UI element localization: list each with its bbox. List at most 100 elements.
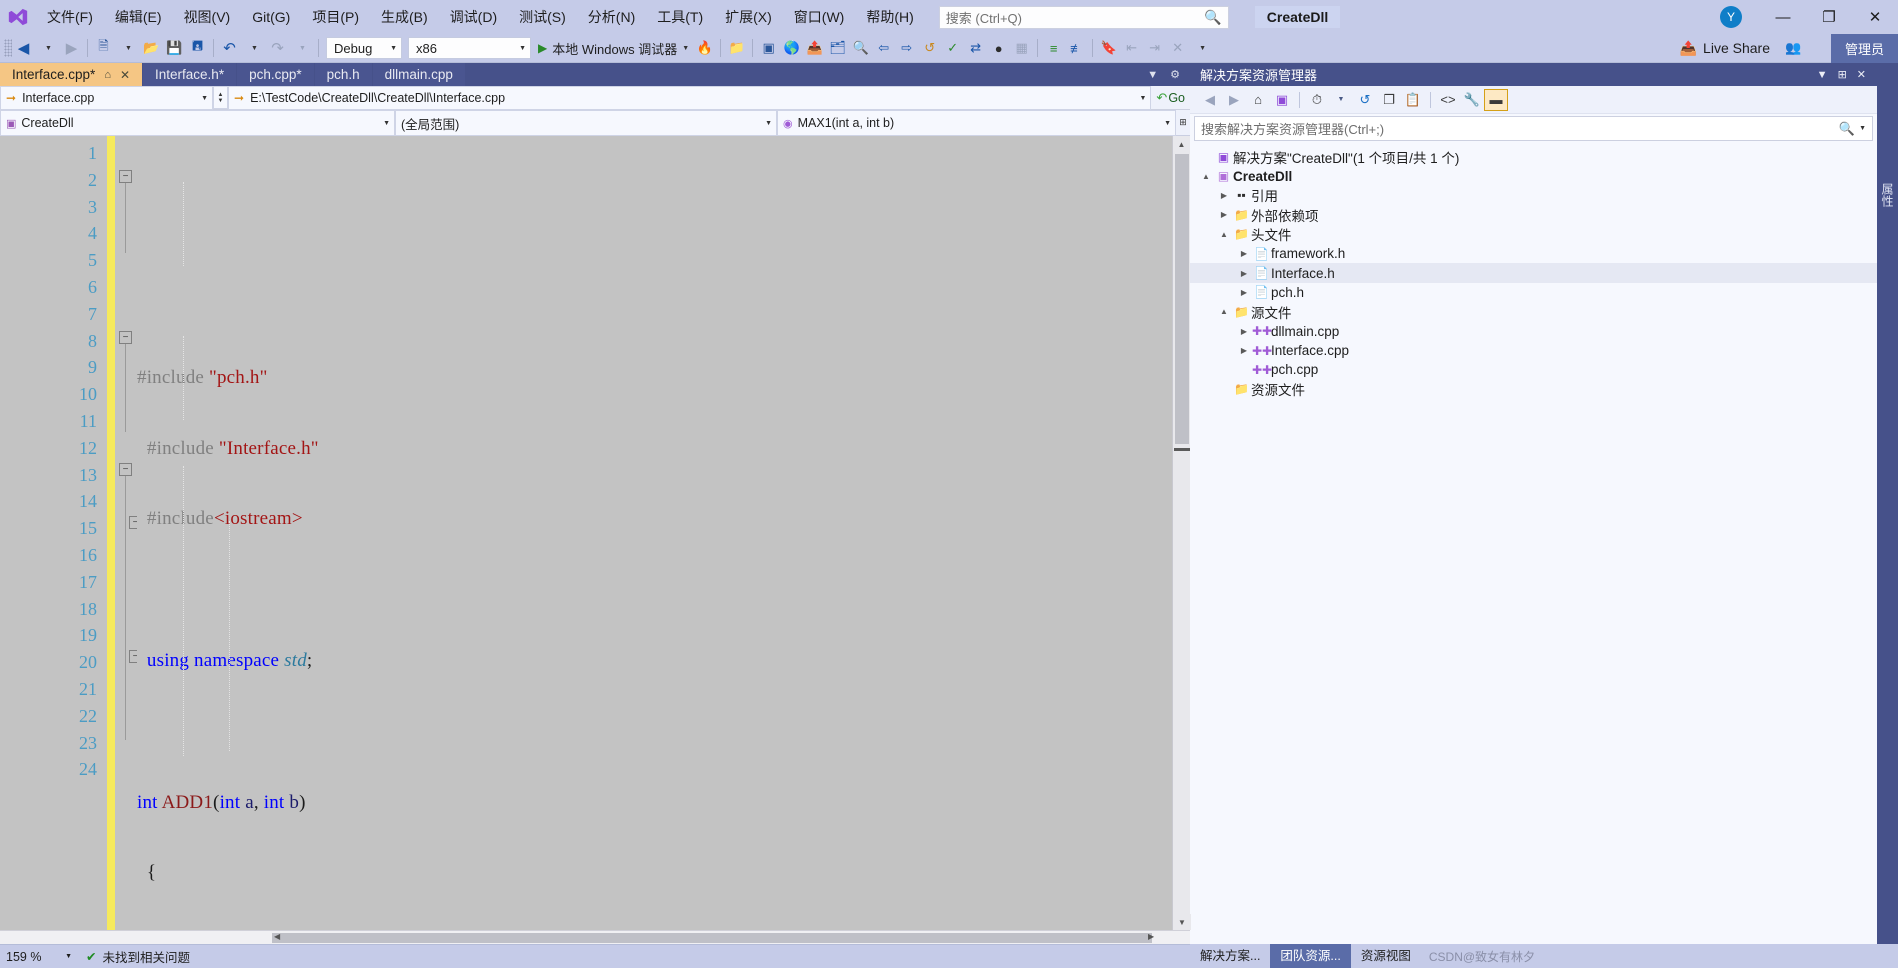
scroll-up-icon[interactable]: ▲	[1173, 136, 1190, 152]
redo-icon[interactable]: ↷	[266, 36, 289, 60]
xml-icon[interactable]: ▦	[1010, 36, 1033, 60]
sync-icon[interactable]: ⇄	[964, 36, 987, 60]
editor-vertical-scrollbar[interactable]: ▲ ▼	[1172, 136, 1191, 930]
dropdown-pin-icon[interactable]: ⊞	[1176, 110, 1190, 135]
properties-strip-label[interactable]: 属性	[1879, 183, 1896, 207]
menu-item-debug[interactable]: 调试(D)	[439, 5, 508, 29]
properties-icon[interactable]: 🔧	[1460, 89, 1484, 111]
bottom-tab-solution-explorer[interactable]: 解决方案...	[1190, 944, 1270, 968]
scroll-right-icon[interactable]: ▶	[1148, 932, 1154, 941]
chevron-right-icon[interactable]: ▶	[1236, 288, 1252, 297]
navigate-backward-dropdown-icon[interactable]: ▼	[37, 36, 60, 60]
menu-item-help[interactable]: 帮助(H)	[855, 5, 924, 29]
refresh-icon[interactable]: ↺	[1353, 89, 1377, 111]
solution-platform-combo[interactable]: x86 ▼	[408, 37, 531, 59]
global-search-input[interactable]: 搜索 (Ctrl+Q) 🔍	[938, 5, 1229, 29]
next-bookmark-icon[interactable]: ⇥	[1143, 36, 1166, 60]
undo-dropdown-icon[interactable]: ▼	[243, 36, 266, 60]
back-icon[interactable]: ◀	[1198, 89, 1222, 111]
chevron-down-icon[interactable]: ▲	[1198, 172, 1214, 181]
panel-close-icon[interactable]: ✕	[1852, 68, 1871, 81]
chevron-right-icon[interactable]: ▶	[1216, 191, 1232, 200]
collapse-all-icon[interactable]: ❐	[1377, 89, 1401, 111]
tree-node-interface-cpp[interactable]: ▶ ✚✚ Interface.cpp	[1190, 341, 1877, 360]
pin-tab-icon[interactable]: ⌂	[104, 69, 111, 81]
editor-tab-pch-cpp[interactable]: pch.cpp*	[237, 63, 314, 86]
tree-node-header-files[interactable]: ▲ 📁 头文件	[1190, 225, 1877, 244]
feedback-icon[interactable]: 👥	[1782, 36, 1805, 60]
close-tab-icon[interactable]: ✕	[120, 68, 130, 82]
tab-overflow-icon[interactable]: ▼	[1141, 69, 1164, 81]
tab-settings-icon[interactable]: ⚙	[1164, 68, 1186, 81]
hot-reload-icon[interactable]: 🔥	[693, 36, 716, 60]
chevron-down-icon[interactable]: ▼	[1859, 125, 1866, 132]
panel-pin-icon[interactable]: ⊞	[1833, 68, 1852, 81]
menu-item-window[interactable]: 窗口(W)	[783, 5, 856, 29]
hscrollbar-thumb[interactable]	[272, 933, 1152, 943]
chevron-right-icon[interactable]: ▶	[1236, 346, 1252, 355]
navigate-forward-icon[interactable]: ▶	[60, 36, 83, 60]
home-icon[interactable]: ⌂	[1246, 89, 1270, 111]
preview-selected-items-icon[interactable]: 📁	[725, 36, 748, 60]
avatar[interactable]: Y	[1720, 6, 1742, 28]
editor-horizontal-scrollbar[interactable]: ◀ ▶	[0, 930, 1190, 944]
menu-item-tools[interactable]: 工具(T)	[646, 5, 714, 29]
view-code-icon[interactable]: <>	[1436, 89, 1460, 111]
file-path-field[interactable]: ➞ E:\TestCode\CreateDll\CreateDll\Interf…	[228, 86, 1152, 110]
scope-dropdown[interactable]: (全局范围) ▼	[395, 110, 777, 136]
scroll-left-icon[interactable]: ◀	[274, 932, 280, 941]
menu-item-file[interactable]: 文件(F)	[36, 5, 104, 29]
undo-nav-icon[interactable]: ↺	[918, 36, 941, 60]
menu-item-analyze[interactable]: 分析(N)	[577, 5, 646, 29]
file-selector-combo[interactable]: ➞ Interface.cpp ▼	[0, 86, 213, 110]
chevron-down-icon[interactable]: ▲	[1216, 307, 1232, 316]
navigate-backward-icon[interactable]: ◀	[12, 36, 35, 60]
error-status[interactable]: ✔ 未找到相关问题	[78, 947, 198, 966]
outlining-margin[interactable]: − − − − −	[115, 136, 142, 930]
start-debug-button[interactable]: ▶ 本地 Windows 调试器 ▼	[534, 36, 693, 60]
save-all-icon[interactable]: 🖪	[186, 36, 209, 60]
undo-icon[interactable]: ↶	[218, 36, 241, 60]
tree-node-pch-h[interactable]: ▶ 📄 pch.h	[1190, 283, 1877, 302]
open-file-icon[interactable]: 📂	[140, 36, 163, 60]
editor-tab-dllmain-cpp[interactable]: dllmain.cpp	[372, 63, 465, 86]
solution-configuration-combo[interactable]: Debug ▼	[326, 37, 402, 59]
tree-node-pch-cpp[interactable]: ✚✚ pch.cpp	[1190, 360, 1877, 379]
bottom-tab-team-explorer[interactable]: 团队资源...	[1270, 944, 1351, 968]
solution-root-icon[interactable]: ▣	[1270, 89, 1294, 111]
fold-toggle-icon[interactable]: −	[119, 170, 132, 183]
tree-node-external-dependencies[interactable]: ▶ 📁 外部依赖项	[1190, 205, 1877, 224]
show-all-files-icon[interactable]: 📋	[1401, 89, 1425, 111]
live-share-button[interactable]: 📤 Live Share	[1680, 40, 1770, 57]
menu-item-test[interactable]: 测试(S)	[508, 5, 577, 29]
toolbar-overflow-icon[interactable]: ▼	[1191, 36, 1214, 60]
close-button[interactable]: ✕	[1852, 0, 1898, 34]
tree-node-references[interactable]: ▶ ▪▪ 引用	[1190, 186, 1877, 205]
scroll-down-icon[interactable]: ▼	[1173, 914, 1191, 930]
new-project-dropdown-icon[interactable]: ▼	[117, 36, 140, 60]
comment-icon[interactable]: ≢	[1065, 36, 1088, 60]
menu-item-view[interactable]: 视图(V)	[173, 5, 242, 29]
code-text-area[interactable]: #include "pch.h" #include "Interface.h" …	[137, 136, 1172, 930]
chevron-right-icon[interactable]: ▶	[1236, 327, 1252, 336]
fold-toggle-icon[interactable]: −	[119, 331, 132, 344]
pending-changes-icon[interactable]: ⏱	[1305, 89, 1329, 111]
forward-icon[interactable]: ▶	[1222, 89, 1246, 111]
member-dropdown[interactable]: ◉ MAX1(int a, int b) ▼	[777, 110, 1176, 136]
save-icon[interactable]: 💾	[163, 36, 186, 60]
solution-explorer-search-input[interactable]: 搜索解决方案资源管理器(Ctrl+;) 🔍 ▼	[1194, 116, 1873, 141]
clear-bookmark-icon[interactable]: ✕	[1166, 36, 1189, 60]
prev-bookmark-icon[interactable]: ⇤	[1120, 36, 1143, 60]
tree-node-source-files[interactable]: ▲ 📁 源文件	[1190, 302, 1877, 321]
minimize-button[interactable]: —	[1760, 0, 1806, 34]
restore-button[interactable]: ❐	[1806, 0, 1852, 34]
go-button[interactable]: ↶ Go	[1151, 86, 1190, 109]
indent-icon[interactable]: ≡	[1042, 36, 1065, 60]
menu-item-extensions[interactable]: 扩展(X)	[714, 5, 783, 29]
menu-item-git[interactable]: Git(G)	[241, 5, 301, 29]
bookmark-icon[interactable]: 🔖	[1097, 36, 1120, 60]
pending-changes-dropdown-icon[interactable]: ▼	[1329, 89, 1353, 111]
editor-tab-pch-h[interactable]: pch.h	[314, 63, 372, 86]
menu-item-project[interactable]: 项目(P)	[301, 5, 370, 29]
chevron-right-icon[interactable]: ▶	[1236, 249, 1252, 258]
